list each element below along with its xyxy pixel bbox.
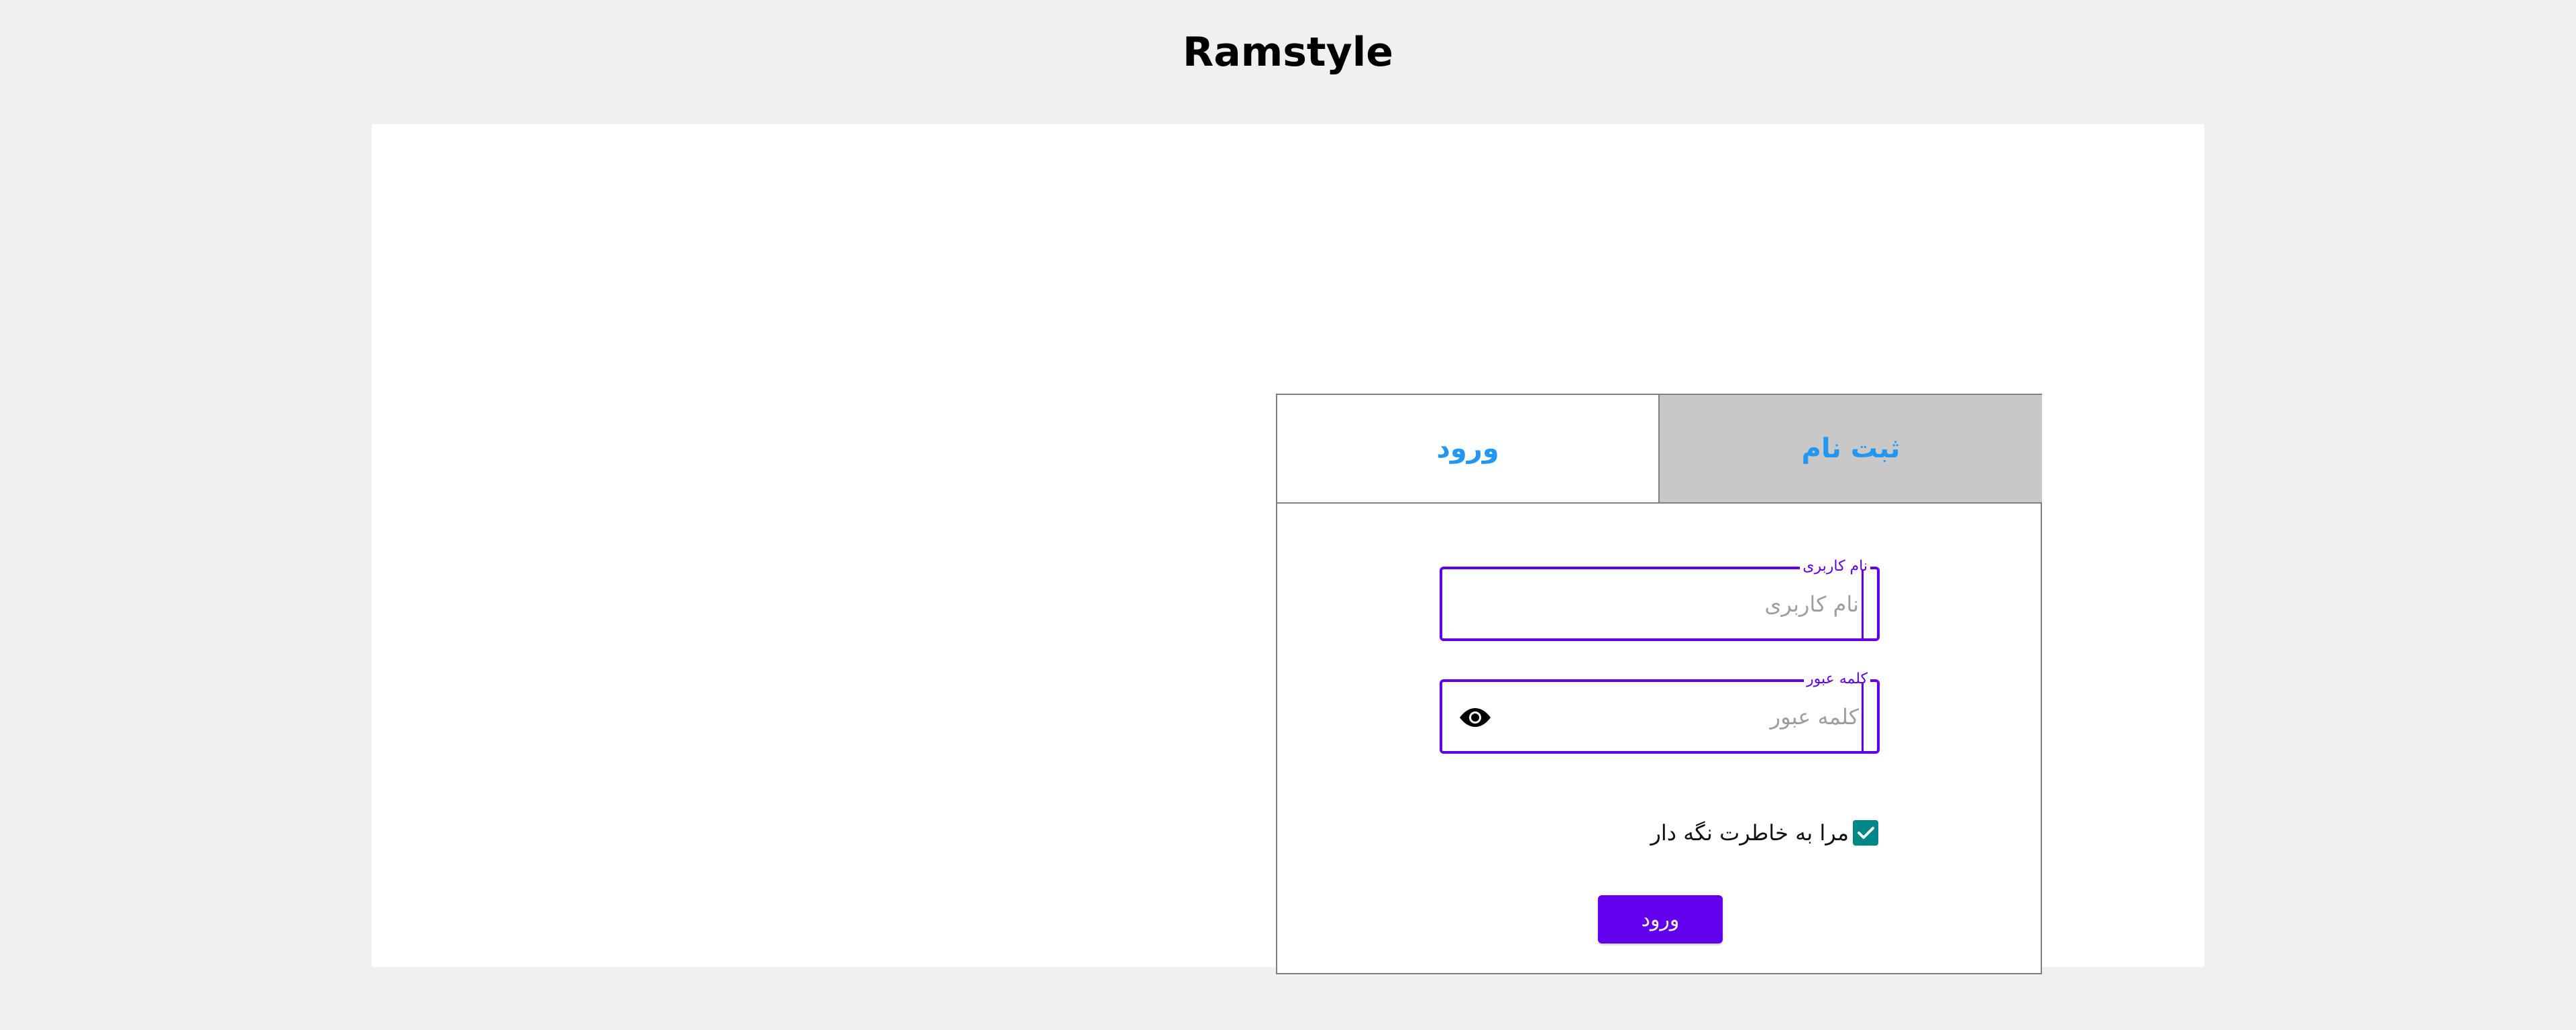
main-panel: ورود ثبت نام نام کاربری کلمه عبور — [372, 124, 2204, 974]
remember-me-checkbox[interactable] — [1853, 820, 1878, 846]
tab-login[interactable]: ورود — [1277, 395, 1660, 504]
tab-login-label: ورود — [1436, 433, 1499, 464]
username-field: نام کاربری — [1440, 557, 1880, 641]
login-card: ورود ثبت نام نام کاربری کلمه عبور — [1276, 394, 2042, 974]
password-field: کلمه عبور — [1440, 670, 1880, 754]
app-title: Ramstyle — [1183, 29, 1393, 76]
remember-me-row: مرا به خاطرت نگه دار — [1650, 817, 1878, 848]
password-input[interactable] — [1483, 682, 1864, 751]
tab-register-label: ثبت نام — [1801, 433, 1900, 464]
remember-me-label: مرا به خاطرت نگه دار — [1650, 820, 1849, 846]
login-submit-button[interactable]: ورود — [1598, 895, 1723, 943]
checkmark-icon — [1858, 827, 1874, 839]
eye-icon[interactable] — [1458, 701, 1492, 734]
tab-register[interactable]: ثبت نام — [1660, 395, 2042, 504]
username-input[interactable] — [1483, 569, 1864, 638]
